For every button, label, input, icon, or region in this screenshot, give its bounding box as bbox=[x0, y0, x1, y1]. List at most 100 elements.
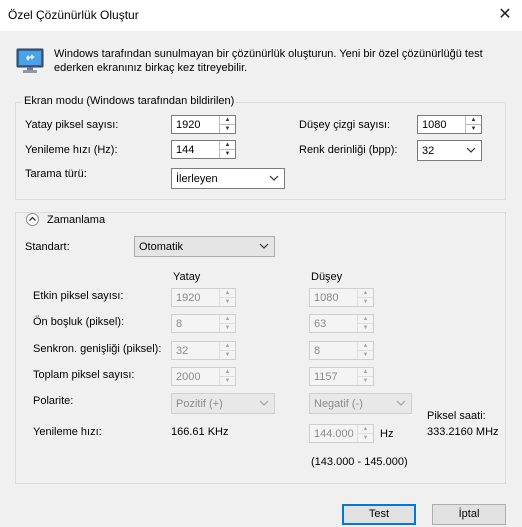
spin-arrows: ▲ ▼ bbox=[357, 368, 373, 385]
spin-down-icon[interactable]: ▼ bbox=[466, 125, 481, 133]
refresh-value: 144 bbox=[176, 144, 195, 156]
color-depth-dropdown[interactable]: 32 bbox=[417, 140, 482, 161]
monitor-icon bbox=[16, 48, 44, 74]
spin-up-icon: ▲ bbox=[358, 425, 373, 434]
timing-h-spinner: 1920 ▲ ▼ bbox=[171, 288, 236, 307]
timing-v-value: 8 bbox=[314, 345, 321, 357]
spin-up-icon: ▲ bbox=[358, 342, 373, 351]
color-depth-label: Renk derinliği (bpp): bbox=[299, 144, 398, 156]
spin-up-icon: ▲ bbox=[220, 289, 235, 298]
spin-up-icon[interactable]: ▲ bbox=[220, 141, 235, 150]
chevron-down-icon bbox=[258, 239, 270, 253]
timing-v-spinner: 8 ▲ ▼ bbox=[309, 341, 374, 360]
timing-h-value: 1920 bbox=[176, 292, 201, 304]
spin-down-icon: ▼ bbox=[362, 325, 369, 331]
timing-h-value: 32 bbox=[176, 345, 189, 357]
timing-refresh-label: Yenileme hızı: bbox=[33, 426, 102, 438]
pixel-clock-value: 333.2160 MHz bbox=[427, 426, 499, 438]
close-button[interactable]: ✕ bbox=[490, 3, 520, 27]
timing-h-value: 8 bbox=[176, 318, 183, 330]
spin-down-icon: ▼ bbox=[224, 325, 231, 331]
timing-v-spinner: 1157 ▲ ▼ bbox=[309, 367, 374, 386]
timing-v-value: 1157 bbox=[314, 371, 338, 383]
chevron-down-icon bbox=[258, 396, 270, 410]
spin-down-icon: ▼ bbox=[362, 435, 369, 441]
h-pixels-arrows[interactable]: ▲ ▼ bbox=[219, 116, 235, 133]
spin-arrows: ▲ ▼ bbox=[357, 289, 373, 306]
chevron-down-icon bbox=[268, 171, 280, 185]
spin-down-icon: ▼ bbox=[362, 299, 369, 305]
color-depth-value: 32 bbox=[422, 145, 435, 157]
spin-arrows: ▲ ▼ bbox=[357, 315, 373, 332]
v-lines-arrows[interactable]: ▲ ▼ bbox=[465, 116, 481, 133]
v-refresh-unit: Hz bbox=[380, 428, 394, 440]
timing-h-value: 2000 bbox=[176, 371, 201, 383]
chevron-down-icon bbox=[395, 396, 407, 410]
chevron-down-icon bbox=[465, 143, 477, 157]
cancel-button[interactable]: İptal bbox=[432, 504, 506, 525]
timing-row-label: Ön boşluk (piksel): bbox=[33, 316, 125, 328]
spin-down-icon: ▼ bbox=[224, 378, 231, 384]
spin-up-icon: ▲ bbox=[358, 289, 373, 298]
pixel-clock-label: Piksel saati: bbox=[427, 410, 486, 422]
spin-arrows: ▲ ▼ bbox=[219, 315, 235, 332]
standard-dropdown[interactable]: Otomatik bbox=[134, 236, 275, 257]
spin-up-icon[interactable]: ▲ bbox=[466, 116, 481, 125]
spin-down-icon[interactable]: ▼ bbox=[220, 150, 235, 158]
polarity-v-dropdown: Negatif (-) bbox=[309, 393, 412, 414]
spin-up-icon: ▲ bbox=[220, 315, 235, 324]
spin-up-icon: ▲ bbox=[220, 368, 235, 377]
spin-arrows: ▲ ▼ bbox=[219, 342, 235, 359]
polarity-h-value: Pozitif (+) bbox=[176, 398, 223, 410]
collapse-icon[interactable] bbox=[26, 213, 39, 226]
timing-row-label: Toplam piksel sayısı: bbox=[33, 369, 135, 381]
spin-arrows: ▲ ▼ bbox=[219, 289, 235, 306]
h-pixels-value: 1920 bbox=[176, 119, 201, 131]
spin-down-icon: ▼ bbox=[224, 299, 231, 305]
standard-value: Otomatik bbox=[139, 241, 184, 253]
timing-h-spinner: 2000 ▲ ▼ bbox=[171, 367, 236, 386]
spin-down-icon: ▼ bbox=[362, 352, 369, 358]
spin-arrows: ▲ ▼ bbox=[219, 368, 235, 385]
intro-line-2: ederken ekranınız birkaç kez titreyebili… bbox=[54, 62, 248, 74]
window-title: Özel Çözünürlük Oluştur bbox=[8, 8, 139, 22]
spin-arrows: ▲ ▼ bbox=[357, 342, 373, 359]
refresh-range: (143.000 - 145.000) bbox=[311, 456, 408, 468]
refresh-spinner[interactable]: 144 ▲ ▼ bbox=[171, 140, 236, 159]
timing-h-spinner: 8 ▲ ▼ bbox=[171, 314, 236, 333]
display-mode-legend: Ekran modu (Windows tarafından bildirile… bbox=[22, 95, 237, 107]
timing-h-spinner: 32 ▲ ▼ bbox=[171, 341, 236, 360]
scan-type-dropdown[interactable]: İlerleyen bbox=[171, 168, 285, 189]
scan-type-label: Tarama türü: bbox=[25, 168, 87, 180]
refresh-label: Yenileme hızı (Hz): bbox=[25, 144, 118, 156]
standard-label: Standart: bbox=[25, 241, 70, 253]
intro-line-1: Windows tarafından sunulmayan bir çözünü… bbox=[54, 48, 483, 60]
timing-v-spinner: 63 ▲ ▼ bbox=[309, 314, 374, 333]
polarity-v-value: Negatif (-) bbox=[314, 398, 363, 410]
spin-up-icon: ▲ bbox=[358, 315, 373, 324]
polarity-label: Polarite: bbox=[33, 395, 74, 407]
timing-row-label: Senkron. genişliği (piksel): bbox=[33, 343, 162, 355]
refresh-arrows[interactable]: ▲ ▼ bbox=[219, 141, 235, 158]
v-refresh-spinner: 144.000 ▲ ▼ bbox=[309, 424, 374, 443]
v-lines-spinner[interactable]: 1080 ▲ ▼ bbox=[417, 115, 482, 134]
intro-text: Windows tarafından sunulmayan bir çözünü… bbox=[54, 47, 494, 75]
v-lines-label: Düşey çizgi sayısı: bbox=[299, 119, 391, 131]
column-vertical: Düşey bbox=[311, 271, 343, 283]
timing-v-value: 63 bbox=[314, 318, 327, 330]
test-button[interactable]: Test bbox=[342, 504, 416, 525]
column-horizontal: Yatay bbox=[173, 271, 201, 283]
scan-type-value: İlerleyen bbox=[176, 173, 218, 185]
v-lines-value: 1080 bbox=[422, 119, 447, 131]
h-pixels-spinner[interactable]: 1920 ▲ ▼ bbox=[171, 115, 236, 134]
spin-up-icon[interactable]: ▲ bbox=[220, 116, 235, 125]
polarity-h-dropdown: Pozitif (+) bbox=[171, 393, 275, 414]
spin-arrows: ▲ ▼ bbox=[357, 425, 373, 442]
timing-v-spinner: 1080 ▲ ▼ bbox=[309, 288, 374, 307]
h-refresh-value: 166.61 KHz bbox=[171, 426, 229, 438]
spin-up-icon: ▲ bbox=[358, 368, 373, 377]
spin-down-icon[interactable]: ▼ bbox=[220, 125, 235, 133]
spin-down-icon: ▼ bbox=[362, 378, 369, 384]
spin-down-icon: ▼ bbox=[224, 352, 231, 358]
v-refresh-value: 144.000 bbox=[314, 428, 354, 440]
